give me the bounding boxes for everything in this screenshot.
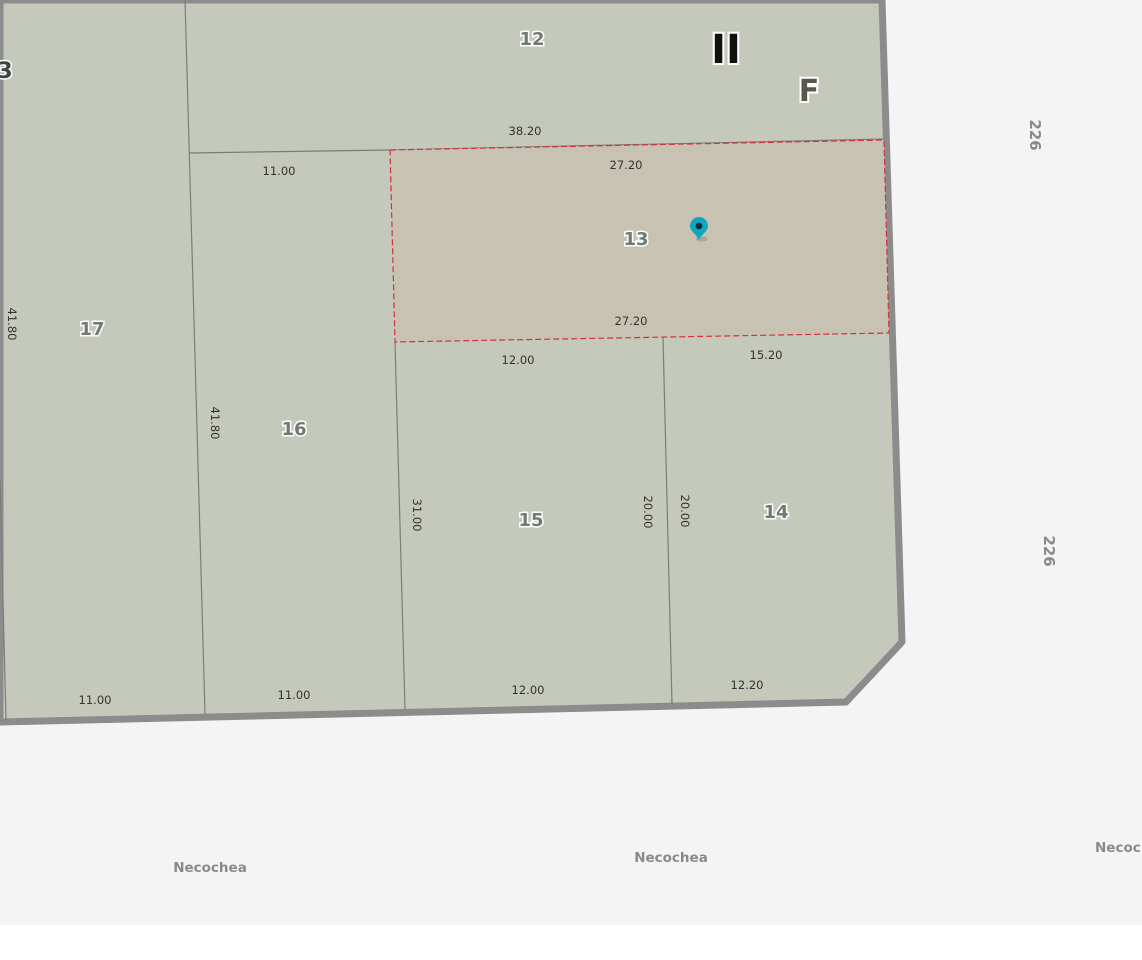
lot-12-label[interactable]: 12 bbox=[518, 28, 546, 52]
street-number-upper: 226 bbox=[1026, 119, 1044, 150]
dim-lot16-top: 11.00 bbox=[263, 164, 296, 178]
street-number-lower: 226 bbox=[1040, 535, 1058, 566]
dim-lot13-top: 27.20 bbox=[610, 158, 643, 172]
edge-lot-label: 3 bbox=[0, 59, 13, 84]
dim-lot17-bottom: 11.00 bbox=[79, 693, 112, 707]
dim-lot14-top: 15.20 bbox=[750, 348, 783, 362]
block-roman-numeral: II bbox=[711, 27, 741, 73]
dim-lot12-bottom: 38.20 bbox=[509, 124, 542, 138]
dim-lot13-bottom: 27.20 bbox=[615, 314, 648, 328]
dim-lot14-left: 20.00 bbox=[678, 495, 692, 528]
street-label-necochea-left: Necochea bbox=[173, 860, 247, 876]
street-label-necochea-right: Necoc bbox=[1095, 840, 1141, 856]
lot-14-label[interactable]: 14 bbox=[762, 501, 790, 525]
map-svg[interactable]: 12 13 14 15 16 17 3 II F 38.20 11.00 27.… bbox=[0, 0, 1142, 925]
lot-16-label[interactable]: 16 bbox=[280, 418, 308, 442]
dim-lot15-left: 31.00 bbox=[410, 499, 424, 532]
block-letter: F bbox=[799, 74, 820, 109]
dim-lot17-side: 41.80 bbox=[5, 308, 19, 341]
dim-lot16-bottom: 11.00 bbox=[278, 688, 311, 702]
dim-lot15-bottom: 12.00 bbox=[512, 683, 545, 697]
lot-13-label[interactable]: 13 bbox=[622, 228, 650, 252]
cadastral-map[interactable]: 12 13 14 15 16 17 3 II F 38.20 11.00 27.… bbox=[0, 0, 1142, 925]
dim-lot15-right: 20.00 bbox=[641, 496, 655, 529]
street-label-necochea-mid: Necochea bbox=[634, 850, 708, 866]
dim-lot16-side: 41.80 bbox=[208, 407, 222, 440]
lot-15-label[interactable]: 15 bbox=[517, 509, 545, 533]
lot-17-label[interactable]: 17 bbox=[78, 318, 106, 342]
dim-lot15-top: 12.00 bbox=[502, 353, 535, 367]
dim-lot14-bottom: 12.20 bbox=[731, 678, 764, 692]
